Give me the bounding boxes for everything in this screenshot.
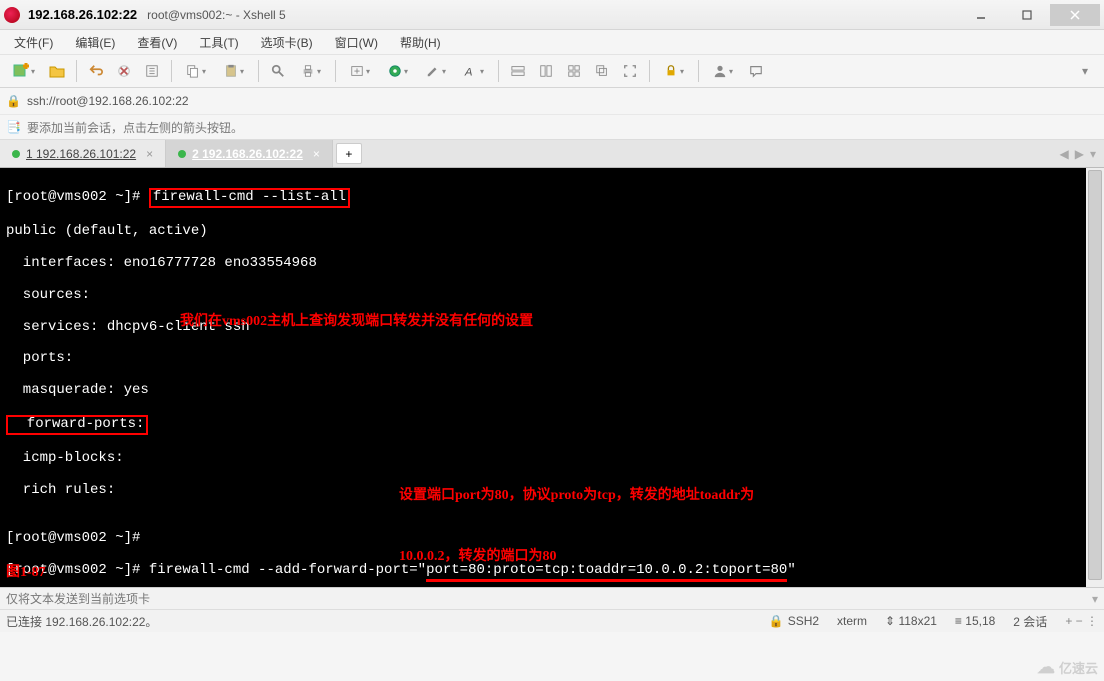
close-button[interactable] bbox=[1050, 4, 1100, 26]
cloud-icon: ☁ bbox=[1037, 657, 1055, 678]
menu-edit[interactable]: 编辑(E) bbox=[67, 32, 123, 53]
tab-next-icon[interactable]: ▶ bbox=[1075, 147, 1084, 161]
terminal[interactable]: [root@vms002 ~]# firewall-cmd --list-all… bbox=[0, 168, 1086, 587]
tab-session-1[interactable]: 1 192.168.26.101:22 × bbox=[0, 140, 166, 167]
menubar: 文件(F) 编辑(E) 查看(V) 工具(T) 选项卡(B) 窗口(W) 帮助(… bbox=[0, 30, 1104, 54]
prompt: [root@vms002 ~]# bbox=[6, 189, 140, 205]
cascade-button[interactable] bbox=[589, 58, 615, 84]
footer-nav-icons[interactable]: + − ⋮ bbox=[1065, 614, 1098, 628]
hint-text: 要添加当前会话，点击左侧的箭头按钮。 bbox=[27, 119, 243, 136]
command-text: " bbox=[787, 562, 795, 578]
window-title-sub: root@vms002:~ - Xshell 5 bbox=[147, 8, 286, 22]
lock-icon: 🔒 bbox=[6, 94, 21, 108]
copy-button[interactable] bbox=[178, 58, 214, 84]
paste-button[interactable] bbox=[216, 58, 252, 84]
lock-button[interactable] bbox=[656, 58, 692, 84]
tab-label: 1 192.168.26.101:22 bbox=[26, 147, 136, 161]
footer-size: ⇕ 118x21 bbox=[885, 614, 937, 628]
footer-ssh: 🔒SSH2 bbox=[769, 614, 819, 628]
menu-window[interactable]: 窗口(W) bbox=[327, 32, 386, 53]
footer-term: xterm bbox=[837, 614, 867, 628]
print-button[interactable] bbox=[293, 58, 329, 84]
compose-button[interactable] bbox=[418, 58, 454, 84]
file-transfer-button[interactable] bbox=[342, 58, 378, 84]
menu-tools[interactable]: 工具(T) bbox=[191, 32, 246, 53]
toolbar: A ▾ bbox=[0, 54, 1104, 88]
output-line: interfaces: eno16777728 eno33554968 bbox=[6, 256, 1080, 272]
status-dot-icon bbox=[12, 150, 20, 158]
highlighted-command: firewall-cmd --list-all bbox=[149, 188, 350, 208]
output-line: ports: bbox=[6, 351, 1080, 367]
hint-bar: 📑 要添加当前会话，点击左侧的箭头按钮。 bbox=[0, 114, 1104, 140]
svg-text:A: A bbox=[464, 66, 472, 78]
watermark: ☁ 亿速云 bbox=[1037, 657, 1098, 678]
footer-pos: ≡ 15,18 bbox=[955, 614, 995, 628]
menu-file[interactable]: 文件(F) bbox=[6, 32, 61, 53]
tab-bar: 1 192.168.26.101:22 × 2 192.168.26.102:2… bbox=[0, 140, 1104, 168]
lock-icon: 🔒 bbox=[769, 614, 784, 628]
font-button[interactable]: A bbox=[456, 58, 492, 84]
reconnect-button[interactable] bbox=[83, 58, 109, 84]
window-title-main: 192.168.26.102:22 bbox=[28, 7, 137, 22]
menu-view[interactable]: 查看(V) bbox=[129, 32, 185, 53]
footer-connected: 已连接 192.168.26.102:22。 bbox=[6, 613, 157, 630]
output-line: sources: bbox=[6, 288, 1080, 304]
close-icon[interactable]: × bbox=[313, 147, 320, 161]
disconnect-button[interactable] bbox=[111, 58, 137, 84]
minimize-button[interactable] bbox=[958, 4, 1004, 26]
tab-session-2[interactable]: 2 192.168.26.102:22 × bbox=[166, 140, 333, 167]
footer-dropdown-icon[interactable]: ▾ bbox=[1092, 592, 1098, 606]
tile-grid-button[interactable] bbox=[561, 58, 587, 84]
titlebar: 192.168.26.102:22 root@vms002:~ - Xshell… bbox=[0, 0, 1104, 30]
output-line: masquerade: yes bbox=[6, 383, 1080, 399]
prompt: [root@vms002 ~]# bbox=[6, 530, 140, 546]
tab-list-icon[interactable]: ▾ bbox=[1090, 147, 1096, 161]
tile-horizontal-button[interactable] bbox=[505, 58, 531, 84]
close-icon[interactable]: × bbox=[146, 147, 153, 161]
open-button[interactable] bbox=[44, 58, 70, 84]
scrollbar-thumb[interactable] bbox=[1088, 170, 1102, 580]
bookmark-icon[interactable]: 📑 bbox=[6, 120, 21, 134]
terminal-container: [root@vms002 ~]# firewall-cmd --list-all… bbox=[0, 168, 1104, 587]
color-scheme-button[interactable] bbox=[380, 58, 416, 84]
new-session-button[interactable] bbox=[6, 58, 42, 84]
footer-sessions: 2 会话 bbox=[1013, 613, 1047, 630]
user-button[interactable] bbox=[705, 58, 741, 84]
find-button[interactable] bbox=[265, 58, 291, 84]
watermark-text: 亿速云 bbox=[1059, 658, 1098, 677]
new-tab-button[interactable]: + bbox=[336, 143, 362, 164]
annotation-figure: 图1-87 bbox=[6, 565, 46, 581]
annotation-1: 我们在vms002主机上查询发现端口转发并没有任何的设置 bbox=[180, 314, 533, 330]
output-line: public (default, active) bbox=[6, 224, 1080, 240]
output-line: services: dhcpv6-client ssh bbox=[6, 320, 1080, 336]
tab-nav: ◀ ▶ ▾ bbox=[1052, 140, 1104, 167]
menu-tabs[interactable]: 选项卡(B) bbox=[253, 32, 321, 53]
highlighted-output: forward-ports: bbox=[6, 415, 148, 435]
address-bar: 🔒 ssh://root@192.168.26.102:22 bbox=[0, 88, 1104, 114]
menu-help[interactable]: 帮助(H) bbox=[392, 32, 449, 53]
footer-status: 仅将文本发送到当前选项卡 bbox=[6, 590, 150, 607]
chat-button[interactable] bbox=[743, 58, 769, 84]
annotation-2b: 10.0.0.2，转发的端口为80 bbox=[399, 549, 557, 564]
annotation-2a: 设置端口port为80，协议proto为tcp，转发的地址toaddr为 bbox=[399, 488, 754, 503]
properties-button[interactable] bbox=[139, 58, 165, 84]
footer: 仅将文本发送到当前选项卡 ▾ 已连接 192.168.26.102:22。 🔒S… bbox=[0, 587, 1104, 632]
annotation-2: 设置端口port为80，协议proto为tcp，转发的地址toaddr为 10.… bbox=[378, 450, 754, 587]
tab-prev-icon[interactable]: ◀ bbox=[1060, 147, 1069, 161]
toolbar-overflow[interactable]: ▾ bbox=[1072, 58, 1098, 84]
tab-label: 2 192.168.26.102:22 bbox=[192, 147, 303, 161]
vertical-scrollbar[interactable] bbox=[1086, 168, 1104, 587]
status-dot-icon bbox=[178, 150, 186, 158]
fullscreen-button[interactable] bbox=[617, 58, 643, 84]
tile-vertical-button[interactable] bbox=[533, 58, 559, 84]
maximize-button[interactable] bbox=[1004, 4, 1050, 26]
app-icon bbox=[4, 7, 20, 23]
address-text[interactable]: ssh://root@192.168.26.102:22 bbox=[27, 94, 189, 108]
